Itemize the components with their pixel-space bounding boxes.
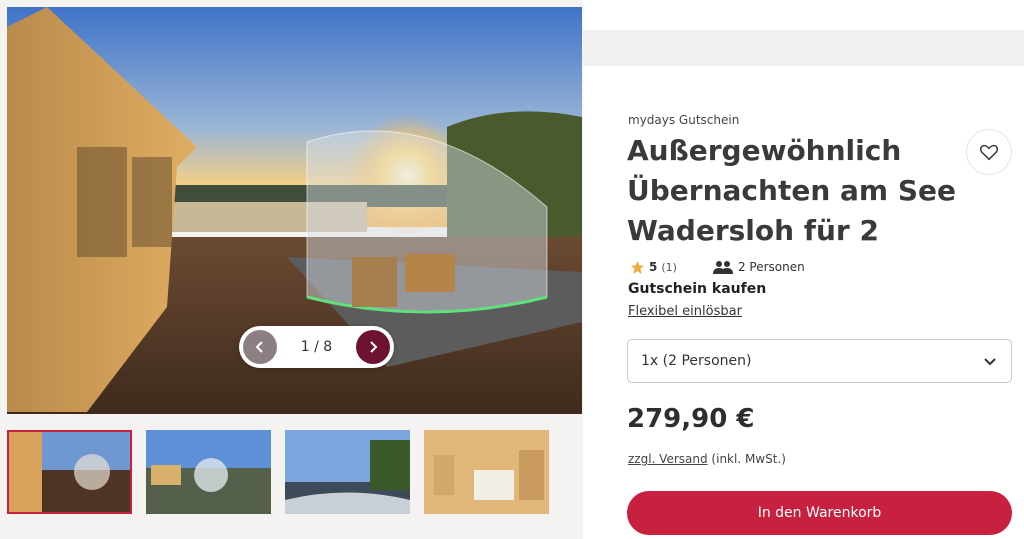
chevron-left-icon <box>255 341 263 353</box>
chevron-right-icon <box>370 341 378 353</box>
add-to-cart-button[interactable]: In den Warenkorb <box>627 491 1012 535</box>
heart-icon <box>979 144 999 161</box>
image-pager: 1 / 8 <box>239 326 394 368</box>
chevron-down-icon <box>984 358 996 366</box>
panel-shade <box>583 30 1024 66</box>
title-line-1: Außergewöhnlich <box>627 134 902 167</box>
previous-image-button[interactable] <box>243 330 277 364</box>
thumbnail-3[interactable] <box>285 430 410 514</box>
header-spacer <box>583 0 1024 30</box>
thumbnail-2[interactable] <box>146 430 271 514</box>
product-eyebrow: mydays Gutschein <box>628 113 740 127</box>
next-image-button[interactable] <box>356 330 390 364</box>
quantity-select-value: 1x (2 Personen) <box>641 353 752 369</box>
flexible-redeem-link[interactable]: Flexibel einlösbar <box>628 304 742 319</box>
star-icon <box>630 260 645 275</box>
thumbnail-4[interactable] <box>424 430 549 514</box>
image-counter: 1 / 8 <box>300 339 333 355</box>
shipping-note: (inkl. MwSt.) <box>707 452 786 466</box>
rating-count: (1) <box>661 260 677 274</box>
persons-count: 2 Personen <box>737 260 805 274</box>
price: 279,90 € <box>627 404 755 434</box>
buy-voucher-label: Gutschein kaufen <box>628 281 767 297</box>
product-meta: 5 (1) 2 Personen <box>630 258 805 276</box>
persons-icon <box>712 260 733 274</box>
product-title: Außergewöhnlich Übernachten am See Wader… <box>627 131 957 251</box>
thumbnail-1[interactable] <box>7 430 132 514</box>
title-line-2: Übernachten am See <box>627 174 956 207</box>
quantity-select[interactable]: 1x (2 Personen) <box>627 339 1012 383</box>
product-page: 1 / 8 mydays Gutschein Außergewöhnlich Ü… <box>0 0 1024 539</box>
rating-value: 5 <box>649 260 658 274</box>
title-line-3: Wadersloh für 2 <box>627 214 879 247</box>
shipping-info: zzgl. Versand (inkl. MwSt.) <box>628 452 786 466</box>
shipping-link[interactable]: zzgl. Versand <box>628 452 708 466</box>
favorite-button[interactable] <box>966 129 1012 175</box>
